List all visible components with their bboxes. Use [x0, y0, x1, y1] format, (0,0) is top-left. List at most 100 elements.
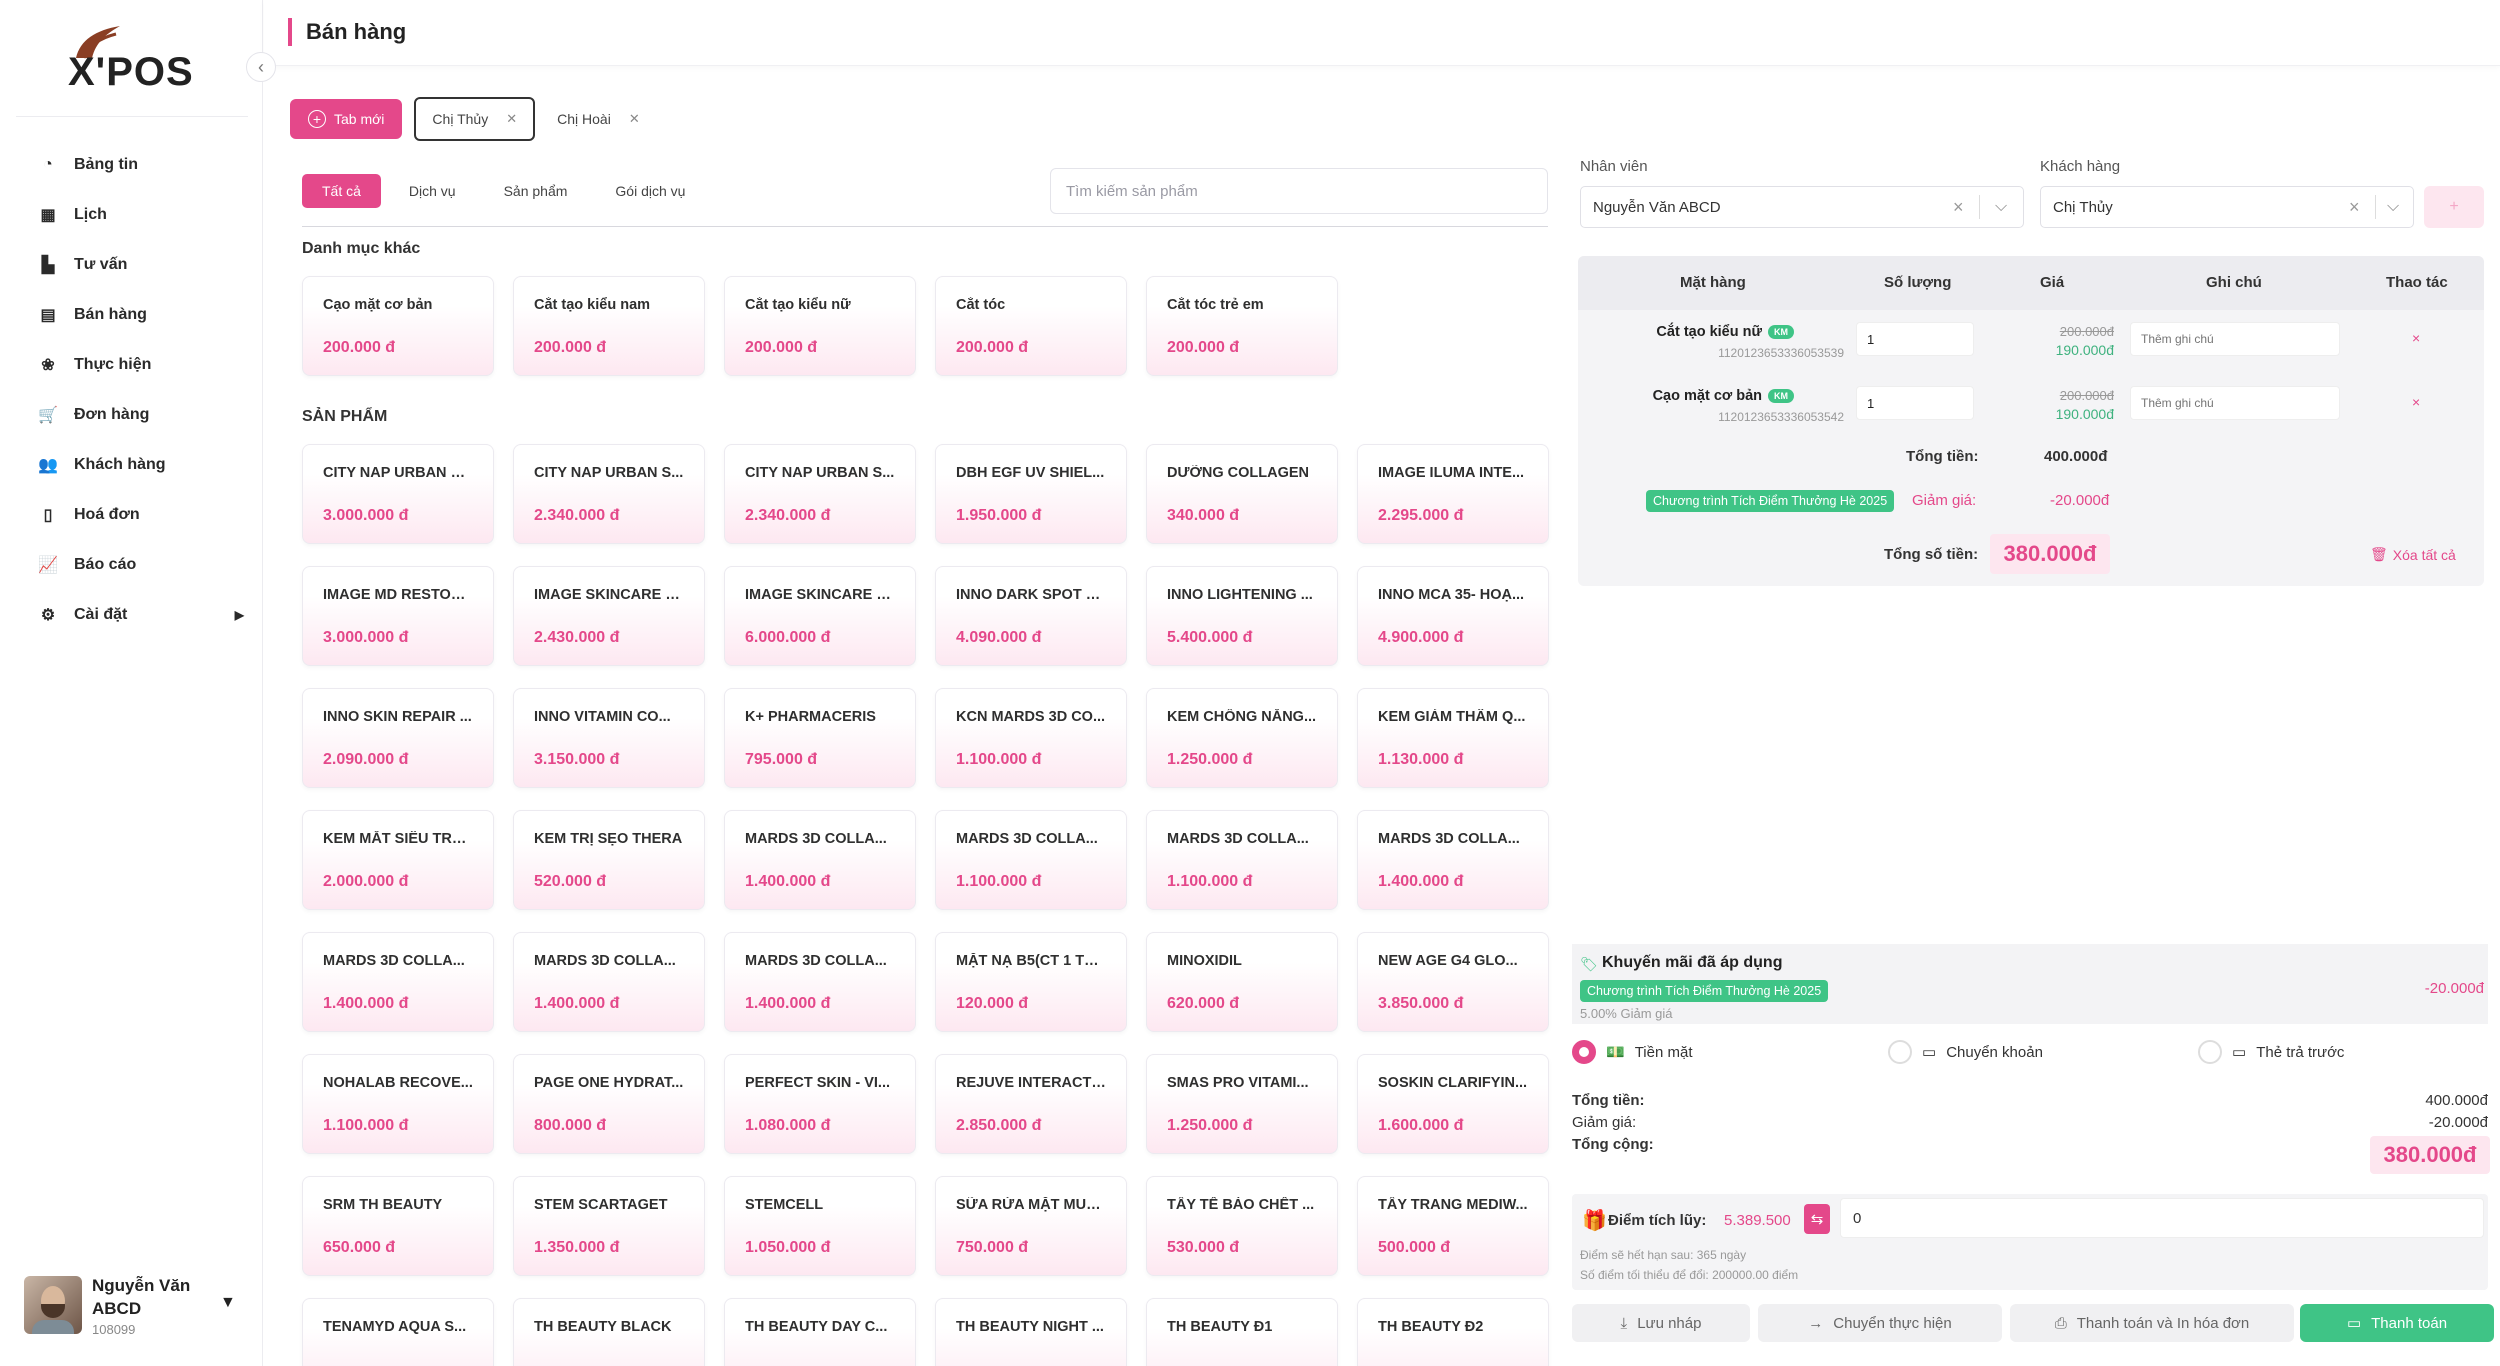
quantity-input[interactable]: 1 — [1856, 322, 1974, 356]
product-card[interactable]: INNO MCA 35- HOẠ... 4.900.000 đ — [1357, 566, 1549, 666]
sidebar-item-4[interactable]: ❀ Thực hiện — [36, 340, 236, 390]
product-card[interactable]: CITY NAP URBAN N... 3.000.000 đ — [302, 444, 494, 544]
product-card[interactable]: INNO LIGHTENING ... 5.400.000 đ — [1146, 566, 1338, 666]
note-input[interactable] — [2130, 322, 2340, 356]
sidebar-item-3[interactable]: ▤ Bán hàng — [36, 290, 236, 340]
payment-transfer[interactable]: ▭ Chuyển khoản — [1888, 1040, 2043, 1064]
product-card[interactable]: Cắt tóc trẻ em 200.000 đ — [1146, 276, 1338, 376]
save-draft-button[interactable]: ⤓ Lưu nháp — [1572, 1304, 1750, 1342]
product-card[interactable]: MARDS 3D COLLA... 1.400.000 đ — [724, 932, 916, 1032]
product-card[interactable]: PERFECT SKIN - VI... 1.080.000 đ — [724, 1054, 916, 1154]
product-card[interactable]: KEM MẮT SIÊU TRẺ... 2.000.000 đ — [302, 810, 494, 910]
product-card[interactable]: TENAMYD AQUA S... — [302, 1298, 494, 1366]
clear-icon[interactable]: × — [2349, 197, 2360, 218]
product-card[interactable]: MARDS 3D COLLA... 1.400.000 đ — [1357, 810, 1549, 910]
product-card[interactable]: MARDS 3D COLLA... 1.400.000 đ — [724, 810, 916, 910]
product-card[interactable]: SMAS PRO VITAMI... 1.250.000 đ — [1146, 1054, 1338, 1154]
filter-services[interactable]: Dịch vụ — [389, 174, 476, 208]
product-card[interactable]: SRM TH BEAUTY 650.000 đ — [302, 1176, 494, 1276]
add-customer-button[interactable]: + — [2424, 186, 2484, 228]
pay-print-button[interactable]: ⎙ Thanh toán và In hóa đơn — [2010, 1304, 2294, 1342]
product-card[interactable]: Cắt tạo kiểu nam 200.000 đ — [513, 276, 705, 376]
product-card[interactable]: STEMCELL 1.050.000 đ — [724, 1176, 916, 1276]
product-card[interactable]: KCN MARDS 3D CO... 1.100.000 đ — [935, 688, 1127, 788]
product-card[interactable]: INNO SKIN REPAIR ... 2.090.000 đ — [302, 688, 494, 788]
note-input[interactable] — [2130, 386, 2340, 420]
product-card[interactable]: TH BEAUTY Đ1 — [1146, 1298, 1338, 1366]
product-card[interactable]: MARDS 3D COLLA... 1.100.000 đ — [935, 810, 1127, 910]
collapse-sidebar-button[interactable]: ‹ — [246, 52, 276, 82]
user-profile[interactable]: Nguyễn Văn ABCD 108099 ▼ — [24, 1266, 244, 1342]
chevron-right-icon[interactable]: ▶ — [235, 608, 244, 622]
pay-button[interactable]: ▭ Thanh toán — [2300, 1304, 2494, 1342]
sidebar-item-2[interactable]: ▙ Tư vấn — [36, 240, 236, 290]
transfer-button[interactable]: → Chuyển thực hiện — [1758, 1304, 2002, 1342]
radio[interactable] — [2198, 1040, 2222, 1064]
product-search-input[interactable] — [1050, 168, 1548, 214]
product-card[interactable]: SỮA RỬA MẶT MUL... 750.000 đ — [935, 1176, 1127, 1276]
close-icon[interactable]: ✕ — [506, 111, 517, 127]
delete-item-icon[interactable]: × — [2412, 330, 2420, 346]
product-card[interactable]: REJUVE INTERACTI... 2.850.000 đ — [935, 1054, 1127, 1154]
product-card[interactable]: INNO DARK SPOT E... 4.090.000 đ — [935, 566, 1127, 666]
product-card[interactable]: MARDS 3D COLLA... 1.100.000 đ — [1146, 810, 1338, 910]
product-card[interactable]: DƯỠNG COLLAGEN 340.000 đ — [1146, 444, 1338, 544]
product-card[interactable]: Cắt tạo kiểu nữ 200.000 đ — [724, 276, 916, 376]
filter-packages[interactable]: Gói dịch vụ — [595, 174, 705, 208]
product-card[interactable]: NEW AGE G4 GLO... 3.850.000 đ — [1357, 932, 1549, 1032]
sidebar-item-8[interactable]: 📈 Báo cáo — [36, 540, 236, 590]
tab-customer-thuy[interactable]: Chị Thủy ✕ — [414, 97, 536, 141]
radio[interactable] — [1888, 1040, 1912, 1064]
quantity-input[interactable]: 1 — [1856, 386, 1974, 420]
sidebar-item-0[interactable]: ◔ Bảng tin — [36, 140, 236, 190]
product-card[interactable]: TẨY TẾ BÀO CHẾT ... 530.000 đ — [1146, 1176, 1338, 1276]
clear-all-button[interactable]: 🗑 Xóa tất cả — [2370, 546, 2456, 563]
product-card[interactable]: MARDS 3D COLLA... 1.400.000 đ — [513, 932, 705, 1032]
clear-icon[interactable]: × — [1953, 197, 1964, 218]
product-card[interactable]: TẨY TRANG MEDIW... 500.000 đ — [1357, 1176, 1549, 1276]
product-card[interactable]: KEM TRỊ SẸO THERA 520.000 đ — [513, 810, 705, 910]
filter-products[interactable]: Sản phẩm — [484, 174, 588, 208]
product-card[interactable]: NOHALAB RECOVE... 1.100.000 đ — [302, 1054, 494, 1154]
sidebar-item-6[interactable]: 👥 Khách hàng — [36, 440, 236, 490]
points-input[interactable]: 0 — [1840, 1198, 2484, 1238]
product-card[interactable]: IMAGE SKINCARE P... 6.000.000 đ — [724, 566, 916, 666]
product-card[interactable]: IMAGE ILUMA INTE... 2.295.000 đ — [1357, 444, 1549, 544]
chevron-down-icon[interactable]: ⌵ — [2387, 198, 2399, 216]
sidebar-item-7[interactable]: ▯ Hoá đơn — [36, 490, 236, 540]
product-card[interactable]: MẶT NẠ B5(CT 1 TẶ... 120.000 đ — [935, 932, 1127, 1032]
payment-cash[interactable]: 💵 Tiền mặt — [1572, 1040, 1692, 1064]
product-card[interactable]: TH BEAUTY NIGHT ... — [935, 1298, 1127, 1366]
product-card[interactable]: PAGE ONE HYDRAT... 800.000 đ — [513, 1054, 705, 1154]
product-card[interactable]: STEM SCARTAGET 1.350.000 đ — [513, 1176, 705, 1276]
product-card[interactable]: CITY NAP URBAN S... 2.340.000 đ — [724, 444, 916, 544]
caret-down-icon[interactable]: ▼ — [220, 1294, 236, 1312]
product-card[interactable]: DBH EGF UV SHIEL... 1.950.000 đ — [935, 444, 1127, 544]
sidebar-item-5[interactable]: 🛒 Đơn hàng — [36, 390, 236, 440]
payment-prepaid[interactable]: ▭ Thẻ trả trước — [2198, 1040, 2344, 1064]
product-card[interactable]: MINOXIDIL 620.000 đ — [1146, 932, 1338, 1032]
product-card[interactable]: Cắt tóc 200.000 đ — [935, 276, 1127, 376]
product-card[interactable]: TH BEAUTY Đ2 — [1357, 1298, 1549, 1366]
product-card[interactable]: INNO VITAMIN CO... 3.150.000 đ — [513, 688, 705, 788]
product-card[interactable]: CITY NAP URBAN S... 2.340.000 đ — [513, 444, 705, 544]
filter-all[interactable]: Tất cả — [302, 174, 381, 208]
product-card[interactable]: TH BEAUTY BLACK — [513, 1298, 705, 1366]
delete-item-icon[interactable]: × — [2412, 394, 2420, 410]
product-card[interactable]: IMAGE SKINCARE P... 2.430.000 đ — [513, 566, 705, 666]
tab-customer-hoai[interactable]: Chị Hoài ✕ — [541, 97, 656, 141]
staff-select[interactable]: Nguyễn Văn ABCD × ⌵ — [1580, 186, 2024, 228]
sidebar-item-9[interactable]: ⚙ Cài đặt ▶ — [36, 590, 244, 640]
product-card[interactable]: KEM CHỐNG NẮNG... 1.250.000 đ — [1146, 688, 1338, 788]
product-card[interactable]: TH BEAUTY DAY C... — [724, 1298, 916, 1366]
radio-selected[interactable] — [1572, 1040, 1596, 1064]
new-tab-button[interactable]: + Tab mới — [290, 99, 403, 139]
sidebar-item-1[interactable]: ▦ Lịch — [36, 190, 236, 240]
product-card[interactable]: Cạo mặt cơ bản 200.000 đ — [302, 276, 494, 376]
customer-select[interactable]: Chị Thủy × ⌵ — [2040, 186, 2414, 228]
product-card[interactable]: K+ PHARMACERIS 795.000 đ — [724, 688, 916, 788]
product-card[interactable]: MARDS 3D COLLA... 1.400.000 đ — [302, 932, 494, 1032]
product-card[interactable]: IMAGE MD RESTOR... 3.000.000 đ — [302, 566, 494, 666]
close-icon[interactable]: ✕ — [629, 111, 640, 127]
product-card[interactable]: SOSKIN CLARIFYIN... 1.600.000 đ — [1357, 1054, 1549, 1154]
